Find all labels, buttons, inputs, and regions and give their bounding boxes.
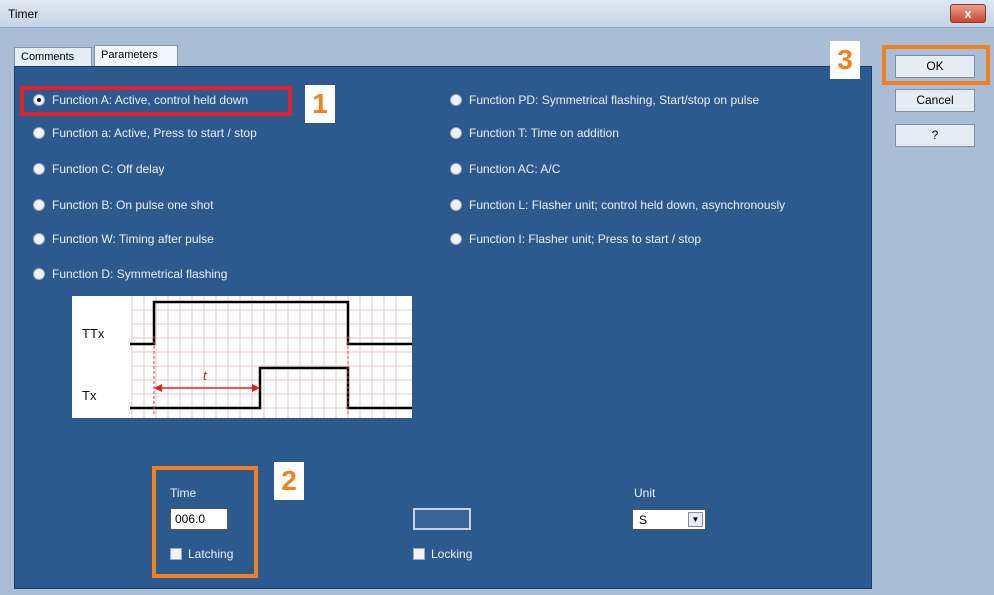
radio-button[interactable]	[450, 199, 462, 211]
radio-button[interactable]	[450, 233, 462, 245]
help-button[interactable]: ?	[895, 124, 975, 147]
radio-function-pd[interactable]: Function PD: Symmetrical flashing, Start…	[450, 91, 759, 109]
radio-function-ac[interactable]: Function AC: A/C	[450, 160, 560, 178]
radio-label: Function D: Symmetrical flashing	[52, 267, 228, 281]
radio-button[interactable]	[33, 268, 45, 280]
checkbox-box[interactable]	[170, 548, 182, 560]
ttx-label: TTx	[82, 326, 105, 341]
highlight-selected-function	[20, 86, 292, 116]
radio-function-l[interactable]: Function L: Flasher unit; control held d…	[450, 196, 785, 214]
time-input[interactable]	[170, 508, 228, 530]
tx-label: Tx	[82, 388, 97, 403]
checkbox-label: Latching	[188, 547, 234, 561]
radio-label: Function W: Timing after pulse	[52, 232, 214, 246]
radio-button[interactable]	[33, 199, 45, 211]
radio-function-d[interactable]: Function D: Symmetrical flashing	[33, 265, 227, 283]
close-button[interactable]: x	[950, 4, 986, 23]
radio-function-w[interactable]: Function W: Timing after pulse	[33, 230, 214, 248]
diagram-grid	[131, 296, 412, 418]
radio-label: Function L: Flasher unit; control held d…	[469, 198, 786, 212]
radio-label: Function C: Off delay	[52, 162, 165, 176]
step-marker-3: 3	[830, 41, 860, 79]
title-bar: Timer x	[0, 0, 994, 28]
radio-label: Function T: Time on addition	[469, 126, 619, 140]
checkbox-label: Locking	[431, 547, 473, 561]
unit-label: Unit	[634, 486, 656, 500]
radio-button[interactable]	[450, 127, 462, 139]
radio-function-c[interactable]: Function C: Off delay	[33, 160, 165, 178]
radio-function-i[interactable]: Function I: Flasher unit; Press to start…	[450, 230, 701, 248]
unit-selected-value: S	[639, 513, 648, 527]
timing-diagram-graphic	[130, 296, 412, 418]
latching-checkbox[interactable]: Latching	[170, 547, 233, 561]
radio-function-a-lower[interactable]: Function a: Active, Press to start / sto…	[33, 124, 257, 142]
radio-label: Function AC: A/C	[469, 162, 561, 176]
tab-parameters[interactable]: Parameters	[94, 45, 178, 67]
radio-label: Function B: On pulse one shot	[52, 198, 214, 212]
radio-button[interactable]	[450, 163, 462, 175]
radio-label: Function a: Active, Press to start / sto…	[52, 126, 257, 140]
close-icon: x	[964, 6, 972, 21]
radio-function-b[interactable]: Function B: On pulse one shot	[33, 196, 213, 214]
radio-label: Function I: Flasher unit; Press to start…	[469, 232, 702, 246]
step-marker-1: 1	[305, 85, 335, 123]
radio-label: Function PD: Symmetrical flashing, Start…	[469, 93, 760, 107]
checkbox-box[interactable]	[413, 548, 425, 560]
t-label: t	[203, 368, 207, 383]
window-title: Timer	[8, 7, 39, 21]
cancel-button[interactable]: Cancel	[895, 89, 975, 112]
radio-button[interactable]	[450, 94, 462, 106]
disabled-value-field	[413, 508, 471, 530]
radio-button[interactable]	[33, 233, 45, 245]
step-marker-2: 2	[274, 462, 304, 500]
radio-button[interactable]	[33, 163, 45, 175]
ok-button[interactable]: OK	[895, 55, 975, 78]
unit-select[interactable]: S ▼	[632, 509, 706, 530]
timing-diagram: TTx Tx t	[72, 296, 412, 418]
chevron-down-icon[interactable]: ▼	[688, 512, 703, 527]
locking-checkbox[interactable]: Locking	[413, 547, 472, 561]
tab-comments[interactable]: Comments	[14, 47, 92, 66]
radio-button[interactable]	[33, 127, 45, 139]
radio-function-t[interactable]: Function T: Time on addition	[450, 124, 619, 142]
time-label: Time	[170, 486, 197, 500]
